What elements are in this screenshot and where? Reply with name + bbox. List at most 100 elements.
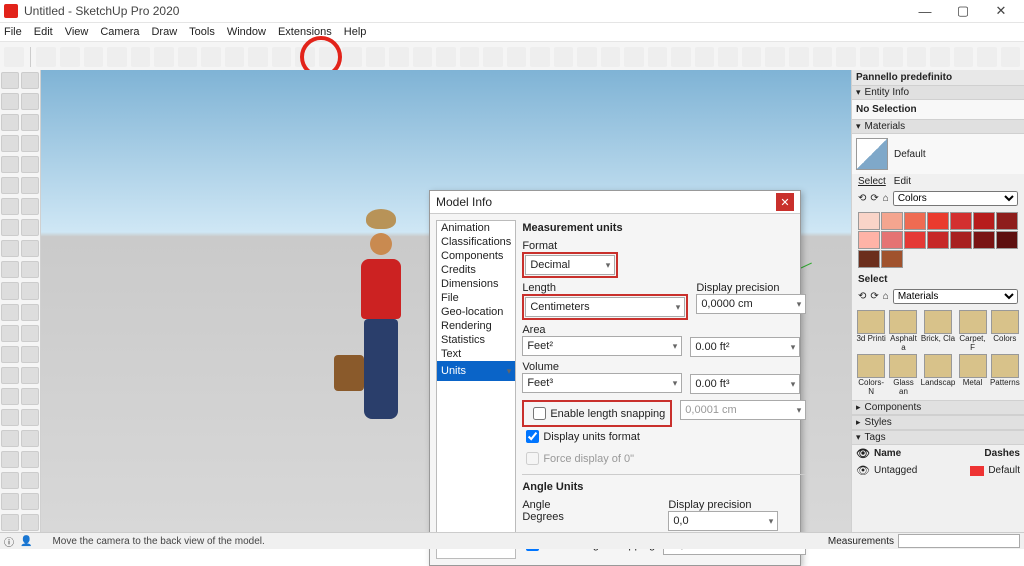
tool-button[interactable] bbox=[1, 156, 19, 173]
entity-info-header[interactable]: ▾Entity Info bbox=[852, 85, 1024, 100]
styles-header[interactable]: ▸Styles bbox=[852, 415, 1024, 430]
toolbar-button[interactable] bbox=[272, 47, 292, 67]
toolbar-button[interactable] bbox=[131, 47, 151, 67]
tool-button[interactable] bbox=[1, 472, 19, 489]
toolbar-button[interactable] bbox=[60, 47, 80, 67]
tool-button[interactable] bbox=[1, 135, 19, 152]
length-snap-check[interactable] bbox=[533, 407, 546, 420]
dialog-titlebar[interactable]: Model Info ✕ bbox=[430, 191, 800, 214]
maximize-button[interactable]: ▢ bbox=[944, 0, 982, 22]
color-swatch[interactable] bbox=[858, 250, 880, 268]
tool-button[interactable] bbox=[21, 135, 39, 152]
color-swatch[interactable] bbox=[881, 212, 903, 230]
toolbar-button[interactable] bbox=[977, 47, 997, 67]
toolbar-button[interactable] bbox=[225, 47, 245, 67]
tool-button[interactable] bbox=[21, 240, 39, 257]
tool-button[interactable] bbox=[1, 409, 19, 426]
tool-button[interactable] bbox=[21, 388, 39, 405]
toolbar-button[interactable] bbox=[624, 47, 644, 67]
toolbar-button[interactable] bbox=[577, 47, 597, 67]
menu-draw[interactable]: Draw bbox=[151, 26, 177, 38]
toolbar-button[interactable] bbox=[742, 47, 762, 67]
menu-tools[interactable]: Tools bbox=[189, 26, 215, 38]
minimize-button[interactable]: — bbox=[906, 0, 944, 22]
home-icon[interactable]: ⌂ bbox=[883, 291, 889, 302]
nav-back-icon[interactable]: ⟲ bbox=[858, 193, 866, 204]
cat-statistics[interactable]: Statistics bbox=[437, 333, 515, 347]
tool-button[interactable] bbox=[21, 451, 39, 468]
toolbar-button[interactable] bbox=[930, 47, 950, 67]
toolbar-button[interactable] bbox=[107, 47, 127, 67]
menu-extensions[interactable]: Extensions bbox=[278, 26, 332, 38]
toolbar-button[interactable] bbox=[671, 47, 691, 67]
tool-button[interactable] bbox=[21, 72, 39, 89]
tool-button[interactable] bbox=[21, 430, 39, 447]
area-unit-select[interactable]: Feet² bbox=[522, 336, 682, 356]
tool-button[interactable] bbox=[1, 304, 19, 321]
toolbar-button[interactable] bbox=[389, 47, 409, 67]
color-swatch[interactable] bbox=[904, 212, 926, 230]
tool-button[interactable] bbox=[21, 177, 39, 194]
cat-text[interactable]: Text bbox=[437, 347, 515, 361]
cat-dimensions[interactable]: Dimensions bbox=[437, 277, 515, 291]
material-item[interactable]: Patterns bbox=[990, 354, 1020, 396]
material-item[interactable]: Metal bbox=[957, 354, 987, 396]
tool-button[interactable] bbox=[1, 114, 19, 131]
toolbar-button[interactable] bbox=[954, 47, 974, 67]
cat-units[interactable]: Units bbox=[437, 361, 515, 381]
user-icon[interactable]: 👤 bbox=[20, 536, 32, 547]
toolbar-button[interactable] bbox=[507, 47, 527, 67]
toolbar-button[interactable] bbox=[36, 47, 56, 67]
nav-back-icon[interactable]: ⟲ bbox=[858, 291, 866, 302]
material-item[interactable]: Glass an bbox=[888, 354, 918, 396]
toolbar-button[interactable] bbox=[765, 47, 785, 67]
menu-help[interactable]: Help bbox=[344, 26, 367, 38]
toolbar-button[interactable] bbox=[1001, 47, 1021, 67]
current-material-swatch[interactable] bbox=[856, 138, 888, 170]
tool-button[interactable] bbox=[1, 430, 19, 447]
toolbar-button[interactable] bbox=[718, 47, 738, 67]
cat-animation[interactable]: Animation bbox=[437, 221, 515, 235]
tool-button[interactable] bbox=[21, 156, 39, 173]
menu-file[interactable]: File bbox=[4, 26, 22, 38]
menu-camera[interactable]: Camera bbox=[100, 26, 139, 38]
volume-unit-select[interactable]: Feet³ bbox=[522, 373, 682, 393]
enable-length-snapping-checkbox[interactable]: Enable length snapping bbox=[525, 403, 669, 424]
angle-precision-select[interactable]: 0,0 bbox=[668, 511, 778, 531]
measurements-input[interactable] bbox=[898, 534, 1020, 548]
color-swatch[interactable] bbox=[881, 231, 903, 249]
tool-button[interactable] bbox=[1, 261, 19, 278]
color-set-select[interactable]: Colors bbox=[893, 191, 1018, 206]
cat-components[interactable]: Components bbox=[437, 249, 515, 263]
toolbar-button[interactable] bbox=[554, 47, 574, 67]
tool-button[interactable] bbox=[1, 388, 19, 405]
visibility-toggle[interactable]: 👁 bbox=[856, 464, 870, 477]
toolbar-button[interactable] bbox=[201, 47, 221, 67]
material-item[interactable]: Colors bbox=[990, 310, 1020, 352]
tool-button[interactable] bbox=[1, 451, 19, 468]
toolbar-button[interactable] bbox=[648, 47, 668, 67]
toolbar-button[interactable] bbox=[907, 47, 927, 67]
length-precision-select[interactable]: 0,0000 cm bbox=[696, 294, 806, 314]
tool-button[interactable] bbox=[21, 514, 39, 531]
tag-untagged[interactable]: Untagged bbox=[874, 465, 966, 476]
material-item[interactable]: Asphalt a bbox=[888, 310, 918, 352]
tool-button[interactable] bbox=[21, 282, 39, 299]
tool-button[interactable] bbox=[21, 493, 39, 510]
tool-button[interactable] bbox=[1, 282, 19, 299]
material-item[interactable]: Landscap bbox=[921, 354, 956, 396]
cat-geolocation[interactable]: Geo-location bbox=[437, 305, 515, 319]
help-icon[interactable]: ⓘ bbox=[4, 534, 14, 549]
tool-button[interactable] bbox=[21, 304, 39, 321]
tool-button[interactable] bbox=[21, 346, 39, 363]
toolbar-button[interactable] bbox=[84, 47, 104, 67]
color-swatch[interactable] bbox=[950, 231, 972, 249]
close-button[interactable]: ✕ bbox=[982, 0, 1020, 22]
cat-classifications[interactable]: Classifications bbox=[437, 235, 515, 249]
color-swatch[interactable] bbox=[881, 250, 903, 268]
tool-button[interactable] bbox=[1, 514, 19, 531]
tool-button[interactable] bbox=[21, 198, 39, 215]
visibility-icon[interactable]: 👁 bbox=[856, 447, 870, 460]
color-swatch[interactable] bbox=[927, 231, 949, 249]
toolbar-button[interactable] bbox=[836, 47, 856, 67]
